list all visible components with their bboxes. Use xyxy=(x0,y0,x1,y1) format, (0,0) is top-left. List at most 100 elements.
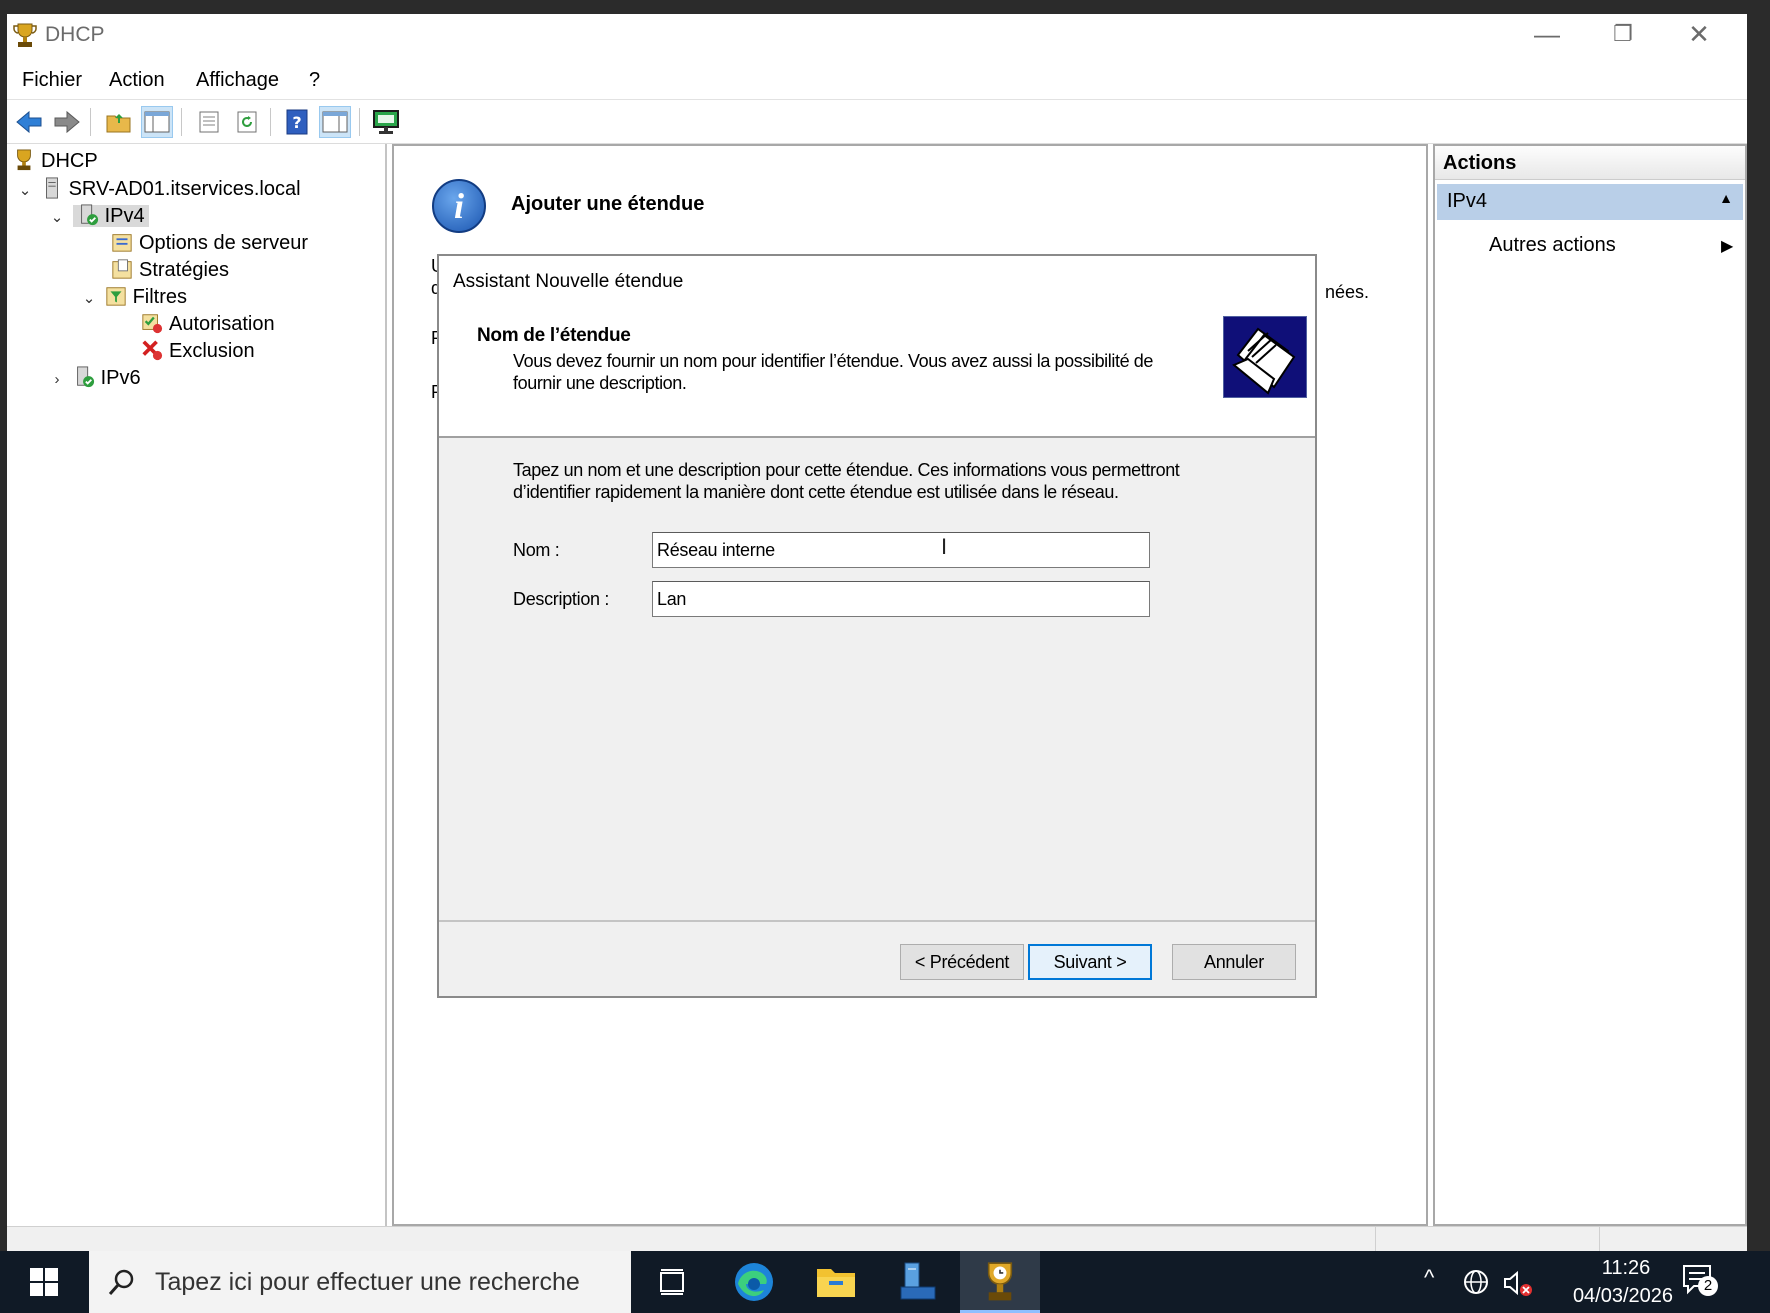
deny-filter-icon xyxy=(142,340,163,361)
tree-label-filters: Filtres xyxy=(132,286,188,308)
toolbar-separator xyxy=(270,108,271,136)
chevron-right-icon[interactable]: › xyxy=(47,366,67,394)
menu-affichage[interactable]: Affichage xyxy=(196,69,279,92)
show-hide-tree-icon[interactable] xyxy=(141,106,173,138)
tree-node-server-options[interactable]: Options de serveur xyxy=(111,229,308,257)
menu-bar: Fichier Action Affichage ? xyxy=(7,60,1747,100)
menu-help[interactable]: ? xyxy=(309,69,320,92)
more-actions-label: Autres actions xyxy=(1489,234,1616,256)
description-label: Description : xyxy=(513,589,610,609)
help-icon[interactable]: ? xyxy=(281,106,313,138)
console-tree: DHCP ⌄ SRV-AD01.itservices.local ⌄ IPv4 … xyxy=(7,144,387,1226)
tree-node-policies[interactable]: Stratégies xyxy=(111,256,229,284)
toolbar-separator xyxy=(90,108,91,136)
new-scope-wizard-dialog: Assistant Nouvelle étendue Nom de l’éten… xyxy=(437,254,1317,998)
task-view-icon xyxy=(660,1269,684,1295)
tree-node-dhcp[interactable]: DHCP xyxy=(13,147,98,175)
dhcp-trophy-icon xyxy=(13,23,37,47)
more-actions-item[interactable]: Autres actions xyxy=(1489,234,1616,257)
wizard-step-subtitle: Vous devez fournir un nom pour identifie… xyxy=(513,351,1154,393)
tree-label-authorization: Autorisation xyxy=(169,313,275,335)
forward-arrow-icon[interactable] xyxy=(51,106,83,138)
folder-icon xyxy=(817,1269,855,1297)
allow-filter-icon xyxy=(142,314,163,334)
toolbar: ? xyxy=(7,100,1747,144)
tree-node-ipv4[interactable]: ⌄ IPv4 xyxy=(47,202,149,230)
tree-label-policies: Stratégies xyxy=(139,259,230,281)
edge-browser-button[interactable] xyxy=(714,1251,794,1313)
policies-icon xyxy=(112,259,132,279)
file-explorer-button[interactable] xyxy=(796,1251,876,1313)
svg-text:?: ? xyxy=(292,113,301,132)
chevron-down-icon[interactable]: ⌄ xyxy=(79,285,99,313)
cancel-button[interactable]: Annuler xyxy=(1172,944,1296,980)
search-icon xyxy=(108,1269,134,1295)
windows-logo-icon xyxy=(30,1268,58,1296)
task-view-button[interactable] xyxy=(632,1251,712,1313)
tree-node-authorization[interactable]: Autorisation xyxy=(141,310,275,338)
volume-muted-icon[interactable] xyxy=(1502,1268,1534,1298)
ipv6-server-check-icon xyxy=(76,366,94,388)
search-placeholder: Tapez ici pour effectuer une recherche xyxy=(155,1268,580,1296)
center-title: Ajouter une étendue xyxy=(511,193,705,215)
close-button[interactable]: ✕ xyxy=(1661,14,1737,58)
next-button[interactable]: Suivant > xyxy=(1028,944,1152,980)
chevron-down-icon[interactable]: ⌄ xyxy=(47,204,67,232)
tree-node-ipv6[interactable]: › IPv6 xyxy=(47,364,141,392)
back-button[interactable]: < Précédent xyxy=(900,944,1024,980)
scope-description-input[interactable] xyxy=(652,581,1150,617)
server-icon xyxy=(45,177,58,199)
tree-node-filters[interactable]: ⌄ Filtres xyxy=(79,283,187,311)
clock-date[interactable]: 04/03/2026 xyxy=(1548,1285,1698,1308)
back-arrow-icon[interactable] xyxy=(13,106,45,138)
ipv4-server-check-icon xyxy=(80,204,98,226)
filter-icon xyxy=(105,287,126,306)
display-statistics-icon[interactable] xyxy=(370,106,402,138)
toolbar-separator xyxy=(359,108,360,136)
title-bar[interactable]: DHCP — ❐ ✕ xyxy=(7,14,1747,60)
menu-fichier[interactable]: Fichier xyxy=(22,69,82,92)
actions-pane: Actions IPv4 ▲ Autres actions ▶ xyxy=(1433,144,1747,1226)
server-manager-button[interactable] xyxy=(878,1251,958,1313)
properties-icon[interactable] xyxy=(193,106,225,138)
actions-section-ipv4[interactable]: IPv4 ▲ xyxy=(1437,184,1743,220)
tree-node-server[interactable]: ⌄ SRV-AD01.itservices.local xyxy=(15,175,301,203)
text-cursor-icon: I xyxy=(941,534,948,559)
up-folder-icon[interactable] xyxy=(103,106,135,138)
submenu-arrow-icon[interactable]: ▶ xyxy=(1721,236,1733,256)
dhcp-trophy-icon xyxy=(987,1261,1013,1300)
refresh-icon[interactable] xyxy=(231,106,263,138)
toolbar-separator xyxy=(181,108,182,136)
taskbar: Tapez ici pour effectuer une recherche ^… xyxy=(0,1251,1770,1313)
chevron-down-icon[interactable]: ⌄ xyxy=(15,177,35,205)
notification-center-button[interactable]: 2 xyxy=(1680,1262,1724,1302)
taskbar-search-box[interactable]: Tapez ici pour effectuer une recherche xyxy=(89,1251,631,1313)
edge-icon xyxy=(735,1263,773,1301)
minimize-button[interactable]: — xyxy=(1509,14,1585,58)
wizard-title: Assistant Nouvelle étendue xyxy=(453,271,684,292)
tree-label-server: SRV-AD01.itservices.local xyxy=(68,178,301,200)
wizard-instructions: Tapez un nom et une description pour cet… xyxy=(513,460,1180,502)
collapse-triangle-icon[interactable]: ▲ xyxy=(1719,190,1733,206)
actions-section-label: IPv4 xyxy=(1447,190,1488,212)
tree-label-ipv6: IPv6 xyxy=(100,367,141,389)
tree-label-server-options: Options de serveur xyxy=(139,232,308,254)
clock-time[interactable]: 11:26 xyxy=(1574,1257,1678,1280)
restore-button[interactable]: ❐ xyxy=(1585,14,1661,58)
wizard-header: Assistant Nouvelle étendue Nom de l’éten… xyxy=(439,256,1315,438)
options-icon xyxy=(112,234,132,252)
show-hidden-icons-icon[interactable]: ^ xyxy=(1424,1265,1434,1291)
menu-action[interactable]: Action xyxy=(109,69,165,92)
tree-node-exclusion[interactable]: Exclusion xyxy=(141,337,255,365)
dhcp-trophy-icon xyxy=(17,149,31,171)
show-hide-action-pane-icon[interactable] xyxy=(319,106,351,138)
start-button[interactable] xyxy=(0,1251,88,1313)
network-globe-icon[interactable] xyxy=(1462,1268,1492,1298)
window-title: DHCP xyxy=(45,23,105,46)
dhcp-taskbar-button[interactable] xyxy=(960,1251,1040,1313)
server-manager-icon xyxy=(900,1262,936,1300)
tree-selection: IPv4 xyxy=(72,204,149,227)
wizard-footer-divider xyxy=(439,920,1315,922)
actions-header: Actions xyxy=(1435,146,1745,180)
scope-name-input[interactable] xyxy=(652,532,1150,568)
